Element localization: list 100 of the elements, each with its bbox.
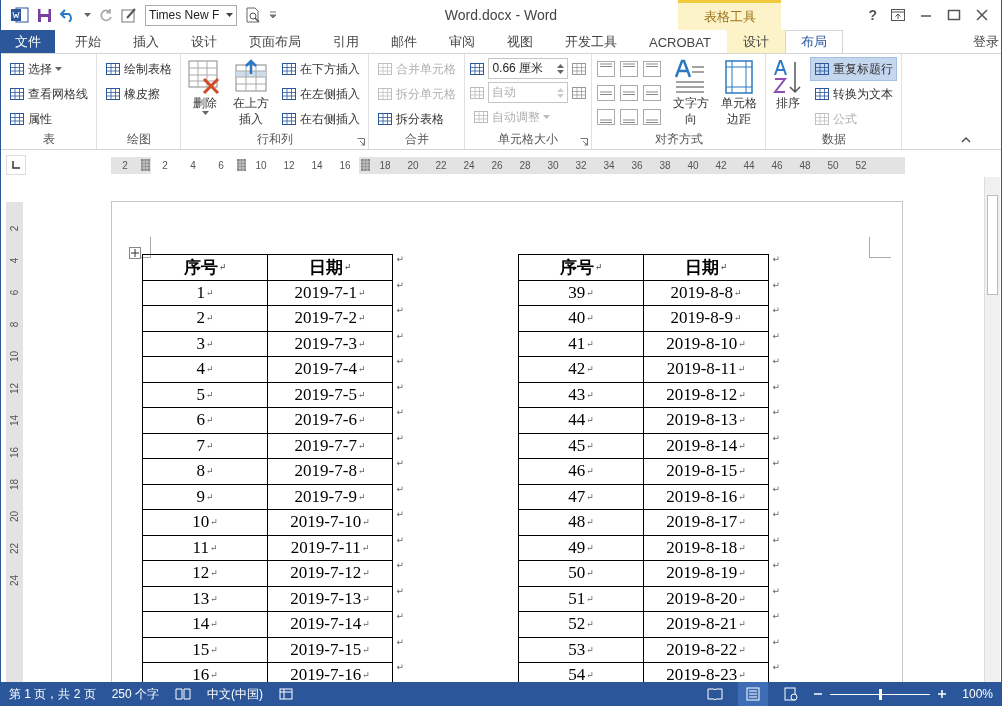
ribbon-tab[interactable]: 插入 <box>117 30 175 53</box>
ribbon-button[interactable]: 文字方向 <box>668 57 713 131</box>
align-icon[interactable] <box>596 108 617 126</box>
ribbon-display-icon[interactable] <box>891 9 905 21</box>
ribbon-button[interactable]: 橡皮擦 <box>101 82 176 106</box>
ribbon-tab[interactable]: ACROBAT <box>633 30 727 53</box>
align-icon[interactable] <box>619 60 640 78</box>
end-of-row-mark: ↵ <box>396 534 404 545</box>
ribbon-tab[interactable]: 视图 <box>491 30 549 53</box>
ribbon-button[interactable]: 选择 <box>5 57 92 81</box>
end-of-row-mark: ↵ <box>396 330 404 341</box>
dialog-launcher-icon[interactable] <box>357 138 366 146</box>
help-button[interactable]: ? <box>868 7 877 23</box>
ribbon-tab[interactable]: 审阅 <box>433 30 491 53</box>
align-icon[interactable] <box>619 84 640 102</box>
margin-corner-mark <box>869 237 891 258</box>
ribbon-tab[interactable]: 邮件 <box>375 30 433 53</box>
word-count[interactable]: 250 个字 <box>111 685 160 703</box>
column-marker-icon[interactable] <box>236 159 246 171</box>
ribbon-tab[interactable]: 开发工具 <box>549 30 633 53</box>
tab-stop-selector[interactable] <box>6 155 26 175</box>
end-of-row-mark: ↵ <box>772 662 780 672</box>
zoom-out-icon[interactable] <box>814 690 823 698</box>
table-icon <box>377 111 394 127</box>
end-of-row-mark: ↵ <box>772 330 780 341</box>
ribbon-button[interactable]: 排序 <box>770 57 807 131</box>
align-icon[interactable] <box>642 60 663 78</box>
column-marker-icon[interactable] <box>360 159 370 171</box>
table-icon <box>281 111 298 127</box>
ribbon-tab[interactable]: 引用 <box>317 30 375 53</box>
close-icon[interactable] <box>975 9 989 21</box>
print-preview-icon[interactable] <box>245 7 261 23</box>
contextual-tab-header: 表格工具 <box>678 0 781 30</box>
sort-icon <box>773 59 804 95</box>
touch-mode-icon[interactable] <box>121 7 137 23</box>
ruler-number: 10 <box>247 156 275 174</box>
align-icon[interactable] <box>619 108 640 126</box>
end-of-row-mark: ↵ <box>396 662 404 672</box>
ribbon-tab[interactable]: 页面布局 <box>233 30 317 53</box>
align-icon[interactable] <box>596 84 617 102</box>
horizontal-ruler[interactable]: 2 2 4 6 10 12 14 16 18 20 22 24 26 28 30 32 34 36 38 40 42 44 46 48 50 52 <box>111 156 905 174</box>
word-logo-icon[interactable] <box>11 7 29 23</box>
vertical-scrollbar[interactable] <box>984 177 1000 682</box>
zoom-slider-thumb[interactable] <box>878 688 882 700</box>
proofing-book-icon[interactable] <box>175 687 192 701</box>
caret-icon <box>55 67 62 71</box>
cell-margins-icon <box>723 59 754 95</box>
end-of-row-mark: ↵ <box>772 636 780 647</box>
collapse-ribbon-icon[interactable] <box>961 137 971 143</box>
ribbon-button[interactable]: 查看网格线 <box>5 82 92 106</box>
ribbon-button[interactable]: 重复标题行 <box>810 57 898 81</box>
ribbon-tab[interactable]: 设计 <box>726 30 785 53</box>
redo-icon[interactable] <box>99 8 113 22</box>
ruler-number: 2 <box>8 225 21 232</box>
table-icon <box>9 86 25 102</box>
end-of-row-mark: ↵ <box>772 356 780 366</box>
ribbon-button[interactable]: 转换为文本 <box>810 82 898 106</box>
ruler-number: 16 <box>8 446 21 459</box>
table-move-handle[interactable] <box>129 247 141 259</box>
ribbon-button[interactable]: 绘制表格 <box>101 57 176 81</box>
ribbon-tab[interactable]: 设计 <box>175 30 233 53</box>
height-spin-field[interactable]: 0.66 厘米 <box>488 58 569 79</box>
scrollbar-thumb[interactable] <box>987 195 998 295</box>
zoom-in-icon[interactable] <box>938 690 947 698</box>
distribute-columns-icon <box>571 84 588 101</box>
group-label: 表 <box>42 131 55 148</box>
vertical-ruler[interactable]: 2 4 6 8 10 12 14 16 18 20 22 24 <box>6 202 23 682</box>
dialog-launcher-icon[interactable] <box>580 138 589 146</box>
ribbon-tab[interactable]: 布局 <box>784 30 843 53</box>
table-header-cell: 日期↵ <box>267 254 393 281</box>
ribbon-button[interactable]: 在下方插入 <box>277 57 365 81</box>
align-icon[interactable] <box>642 84 663 102</box>
ribbon-button[interactable]: 删除 <box>185 57 225 131</box>
macro-recording-icon[interactable] <box>279 687 294 701</box>
ribbon-button[interactable]: 在左侧插入 <box>277 82 365 106</box>
align-icon[interactable] <box>642 108 663 126</box>
table-delete-icon <box>188 59 222 95</box>
align-icon[interactable] <box>596 60 617 78</box>
ribbon-tab[interactable]: 开始 <box>59 30 117 53</box>
ribbon-button[interactable]: 属性 <box>5 107 92 131</box>
column-marker-icon[interactable] <box>140 159 150 171</box>
page-count[interactable]: 第 1 页，共 2 页 <box>9 685 96 703</box>
end-of-row-mark: ↵ <box>396 279 404 290</box>
ruler-number: 4 <box>8 257 21 264</box>
view-button[interactable] <box>738 682 769 706</box>
language-indicator[interactable]: 中文(中国) <box>207 685 264 703</box>
maximize-icon[interactable] <box>947 9 961 21</box>
ribbon-button[interactable]: 拆分表格 <box>373 107 461 131</box>
end-of-row-mark: ↵ <box>396 254 404 264</box>
ribbon-button[interactable]: 在右侧插入 <box>277 107 365 131</box>
ribbon-button[interactable]: 在上方插入 <box>229 57 274 131</box>
customize-menu-icon[interactable] <box>269 11 277 19</box>
table-icon <box>9 111 25 127</box>
ruler-number: 12 <box>8 382 21 395</box>
ribbon-tab[interactable]: 文件 <box>1 30 55 53</box>
font-combo[interactable]: Times New F <box>145 4 237 26</box>
sign-in-link[interactable]: 登录 <box>973 30 1001 53</box>
ribbon-button[interactable]: 单元格边距 <box>716 57 762 131</box>
zoom-level[interactable]: 100% <box>962 687 993 701</box>
end-of-row-mark: ↵ <box>396 432 404 443</box>
